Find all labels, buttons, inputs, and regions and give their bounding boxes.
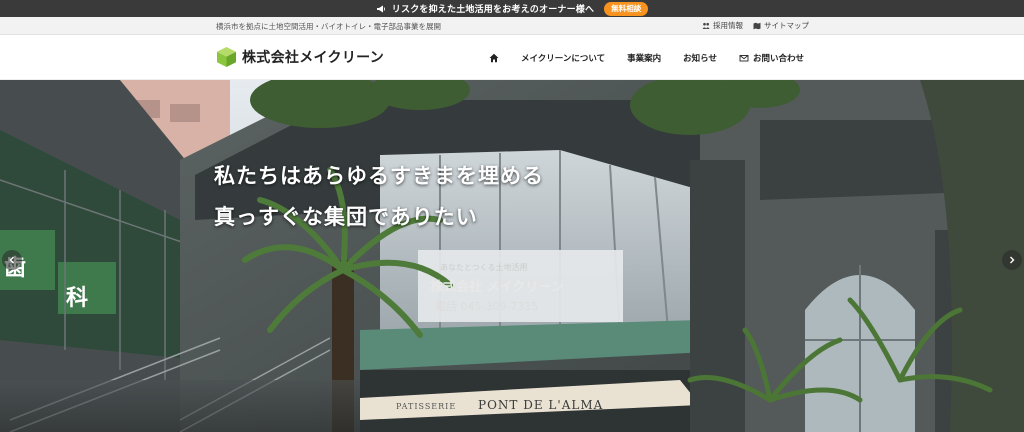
logo-text: 株式会社メイクリーン xyxy=(242,50,385,66)
recruit-link-label: 採用情報 xyxy=(713,21,743,30)
nav-news[interactable]: お知らせ xyxy=(683,52,717,64)
mail-icon xyxy=(739,54,749,61)
nav-contact-label: お問い合わせ xyxy=(752,53,804,64)
building-sign-line1: あなたとつくる土地活用 xyxy=(440,263,528,272)
nav-about[interactable]: メイクリーンについて xyxy=(521,52,605,64)
main-nav: メイクリーンについて 事業案内 お知らせ お問い合わせ xyxy=(489,35,804,80)
hero-slider: 歯 科 あなたとつくる土地活用 株式会社 メイクリーン 電話 045-309-7… xyxy=(0,80,1024,432)
site-tagline: 横浜市を拠点に土地空間活用・バイオトイレ・電子部品事業を展開 xyxy=(216,22,441,31)
utility-links: 採用情報 サイトマップ xyxy=(702,20,809,31)
home-icon xyxy=(489,53,499,62)
free-consultation-button[interactable]: 無料相談 xyxy=(604,1,649,16)
chevron-left-icon xyxy=(9,256,14,264)
chevron-right-icon xyxy=(1010,256,1015,264)
hero-photo xyxy=(0,80,1024,432)
nav-home[interactable] xyxy=(489,53,499,63)
nav-services[interactable]: 事業案内 xyxy=(627,52,661,64)
site-header: 株式会社メイクリーン メイクリーンについて 事業案内 お知らせ お問い合わせ xyxy=(0,35,1024,80)
building-sign-line2: 株式会社 メイクリーン xyxy=(430,280,564,295)
announcement-text[interactable]: リスクを抑えた土地活用をお考えのオーナー様へ xyxy=(392,2,594,15)
utility-bar: 横浜市を拠点に土地空間活用・バイオトイレ・電子部品事業を展開 採用情報 サイトマ… xyxy=(0,17,1024,35)
sitemap-link[interactable]: サイトマップ xyxy=(753,20,809,31)
site-logo[interactable]: 株式会社メイクリーン xyxy=(216,46,384,68)
recruit-link[interactable]: 採用情報 xyxy=(702,20,743,31)
awning-small-text: PATISSERIE xyxy=(396,402,457,411)
slider-prev-button[interactable] xyxy=(2,250,22,270)
megaphone-icon xyxy=(376,5,385,12)
sitemap-link-label: サイトマップ xyxy=(764,21,809,30)
building-sign-line3: 電話 045-309-7315 xyxy=(435,300,539,313)
nav-contact[interactable]: お問い合わせ xyxy=(739,52,804,64)
cube-logo-icon xyxy=(217,47,236,67)
awning-main-text: PONT DE L'ALMA xyxy=(478,398,604,412)
hero-headline-line2: 真っすぐな集団でありたい xyxy=(214,205,478,229)
slider-next-button[interactable] xyxy=(1002,250,1022,270)
people-icon xyxy=(702,22,710,29)
clinic-sign-char-2: 科 xyxy=(66,285,89,311)
map-icon xyxy=(753,22,761,29)
hero-headline-line1: 私たちはあらゆるすきまを埋める xyxy=(214,164,544,188)
announcement-bar: リスクを抑えた土地活用をお考えのオーナー様へ 無料相談 xyxy=(0,0,1024,17)
